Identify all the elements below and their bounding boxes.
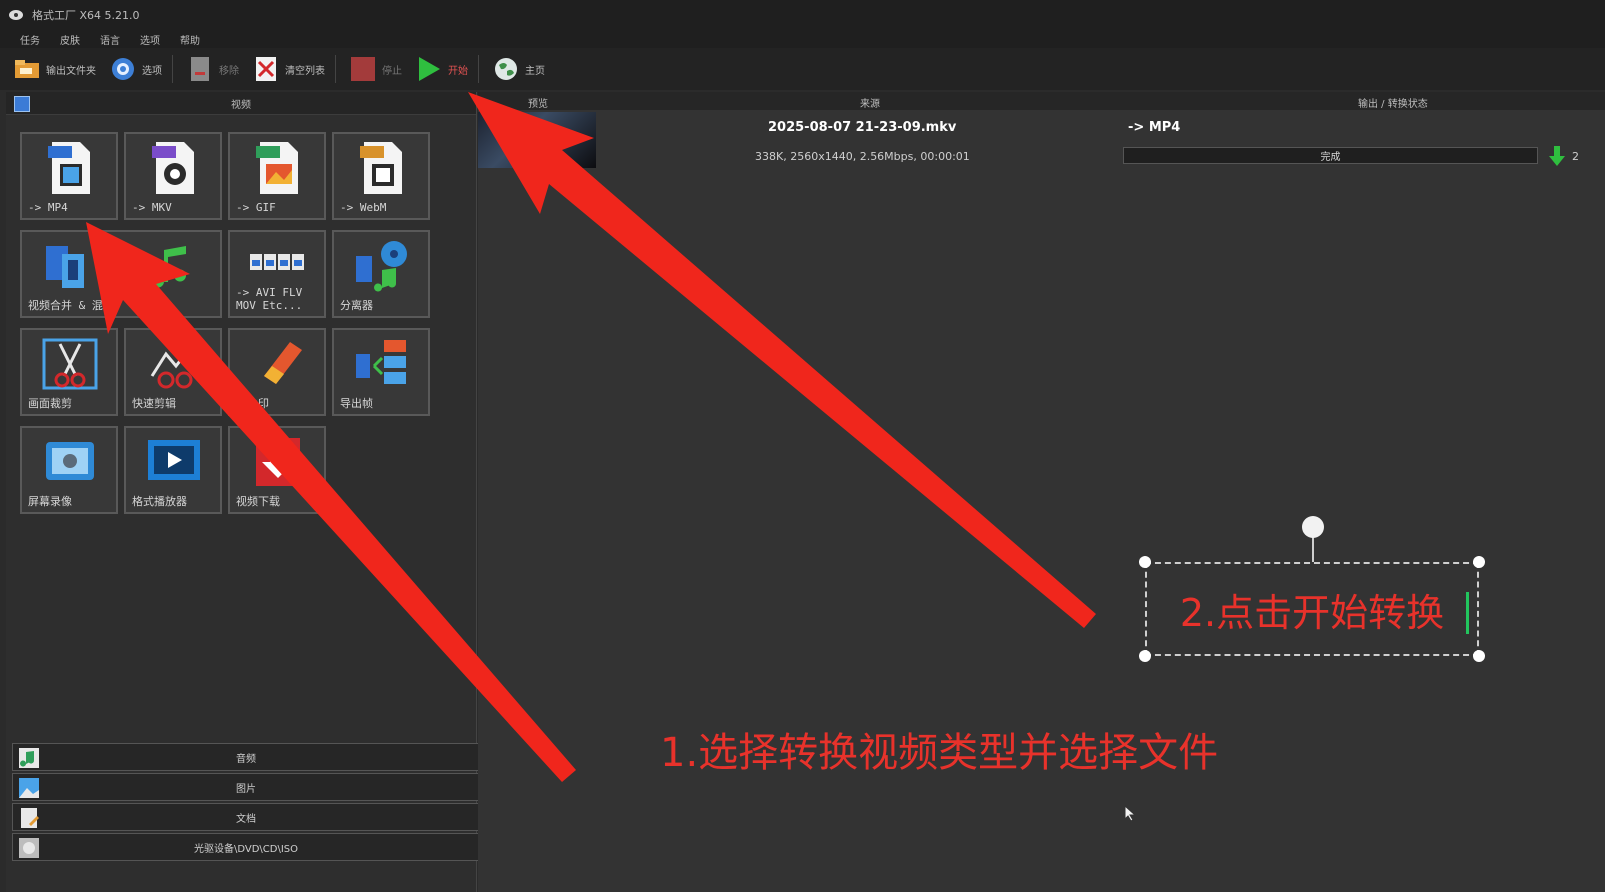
- video-section-header[interactable]: 视频: [6, 92, 476, 115]
- tile-to-gif[interactable]: -> GIF: [228, 132, 326, 220]
- resize-handle-br[interactable]: [1473, 650, 1485, 662]
- document-remove-icon: [187, 56, 213, 82]
- screen-record-icon: [46, 442, 94, 480]
- tile-remove-watermark[interactable]: 去水印: [228, 328, 326, 416]
- music-icon: [19, 748, 39, 768]
- clear-list-button[interactable]: 清空列表: [253, 56, 325, 82]
- rotate-handle[interactable]: [1302, 516, 1324, 538]
- resize-handle-tr[interactable]: [1473, 556, 1485, 568]
- video-category-icon: [14, 96, 30, 112]
- options-button[interactable]: 选项: [110, 56, 162, 82]
- tile-merge-mux[interactable]: 视频合并 & 混流: [20, 230, 222, 318]
- start-button[interactable]: 开始: [416, 56, 468, 82]
- text-caret: [1466, 592, 1469, 634]
- window-title: 格式工厂 X64 5.21.0: [32, 9, 140, 22]
- menu-options[interactable]: 选项: [140, 32, 160, 47]
- tile-crop[interactable]: 画面裁剪: [20, 328, 118, 416]
- picture-icon: [19, 778, 39, 798]
- video-thumbnail[interactable]: [478, 112, 596, 168]
- category-audio[interactable]: 音频: [12, 743, 480, 771]
- player-icon: [148, 440, 200, 480]
- tile-export-frames[interactable]: 导出帧: [332, 328, 430, 416]
- tile-screen-record[interactable]: 屏幕录像: [20, 426, 118, 514]
- eraser-icon: [264, 342, 302, 384]
- mp4-file-icon: [48, 142, 90, 194]
- output-folder-button[interactable]: 输出文件夹: [14, 56, 96, 82]
- column-preview[interactable]: 预览: [528, 95, 548, 110]
- conversion-status-text: 完成: [1320, 152, 1341, 163]
- resize-handle-bl[interactable]: [1139, 650, 1151, 662]
- export-frames-icon: [356, 340, 406, 384]
- tile-separator[interactable]: 分离器: [332, 230, 430, 318]
- toolbar-separator: [335, 55, 336, 83]
- tile-to-mp4[interactable]: -> MP4: [20, 132, 118, 220]
- annotation-textbox-start[interactable]: 2.点击开始转换: [1145, 562, 1479, 656]
- crop-scissors-icon: [42, 338, 98, 390]
- folder-icon: [14, 56, 40, 82]
- video-download-icon: [256, 438, 300, 486]
- toolbar-separator: [478, 55, 479, 83]
- merge-icon: [46, 246, 84, 288]
- tile-quick-clip[interactable]: 快速剪辑: [124, 328, 222, 416]
- remove-button[interactable]: 移除: [187, 56, 239, 82]
- annotation-note-start: 2.点击开始转换: [1179, 590, 1445, 635]
- stop-button[interactable]: 停止: [350, 56, 402, 82]
- title-bar: 格式工厂 X64 5.21.0: [0, 0, 1605, 30]
- source-file-info: 338K, 2560x1440, 2.56Mbps, 00:00:01: [755, 150, 970, 163]
- stop-icon: [350, 56, 376, 82]
- output-format: -> MP4: [1128, 120, 1181, 135]
- task-list-header: 预览 来源 输出 / 转换状态: [478, 92, 1605, 110]
- gif-file-icon: [256, 142, 298, 194]
- mkv-file-icon: [152, 142, 194, 194]
- source-filename: 2025-08-07 21-23-09.mkv: [768, 120, 957, 135]
- separator-icon: [356, 241, 407, 292]
- app-icon: [9, 10, 23, 20]
- category-document[interactable]: 文档: [12, 803, 480, 831]
- mouse-cursor-icon: [1124, 805, 1136, 821]
- download-arrow-icon: [1549, 146, 1565, 166]
- resize-handle-tl[interactable]: [1139, 556, 1151, 568]
- disc-drive-icon: [19, 838, 39, 858]
- function-panel: 视频 -> MP4 -> MKV -> GIF -> WebM 视频合并 & 混…: [6, 92, 480, 892]
- tile-to-avi-flv-mov[interactable]: -> AVI FLV MOV Etc...: [228, 230, 326, 318]
- category-image[interactable]: 图片: [12, 773, 480, 801]
- conversion-status-bar: 完成: [1123, 147, 1538, 164]
- column-source[interactable]: 来源: [860, 95, 880, 110]
- document-icon: [21, 808, 39, 828]
- clear-list-icon: [253, 56, 279, 82]
- menu-bar: 任务 皮肤 语言 选项 帮助: [0, 30, 1605, 48]
- webm-file-icon: [360, 142, 402, 194]
- toolbar: 输出文件夹 选项 移除 清空列表 停止 开始 主页: [0, 48, 1605, 90]
- play-icon: [416, 56, 442, 82]
- globe-icon: [493, 56, 519, 82]
- toolbar-separator: [172, 55, 173, 83]
- truncated-column-text: 2: [1572, 150, 1579, 163]
- music-note-icon: [152, 246, 186, 288]
- menu-help[interactable]: 帮助: [180, 32, 200, 47]
- menu-task[interactable]: 任务: [20, 32, 40, 47]
- tile-to-mkv[interactable]: -> MKV: [124, 132, 222, 220]
- tile-video-download[interactable]: 视频下载: [228, 426, 326, 514]
- menu-language[interactable]: 语言: [100, 32, 120, 47]
- gear-icon: [110, 56, 136, 82]
- menu-skin[interactable]: 皮肤: [60, 32, 80, 47]
- tile-to-webm[interactable]: -> WebM: [332, 132, 430, 220]
- column-output-status[interactable]: 输出 / 转换状态: [1358, 95, 1428, 110]
- tile-format-player[interactable]: 格式播放器: [124, 426, 222, 514]
- quick-clip-icon: [150, 342, 193, 389]
- annotation-note-select: 1.选择转换视频类型并选择文件: [660, 730, 1219, 776]
- home-button[interactable]: 主页: [493, 56, 545, 82]
- category-disc[interactable]: 光驱设备\DVD\CD\ISO: [12, 833, 480, 861]
